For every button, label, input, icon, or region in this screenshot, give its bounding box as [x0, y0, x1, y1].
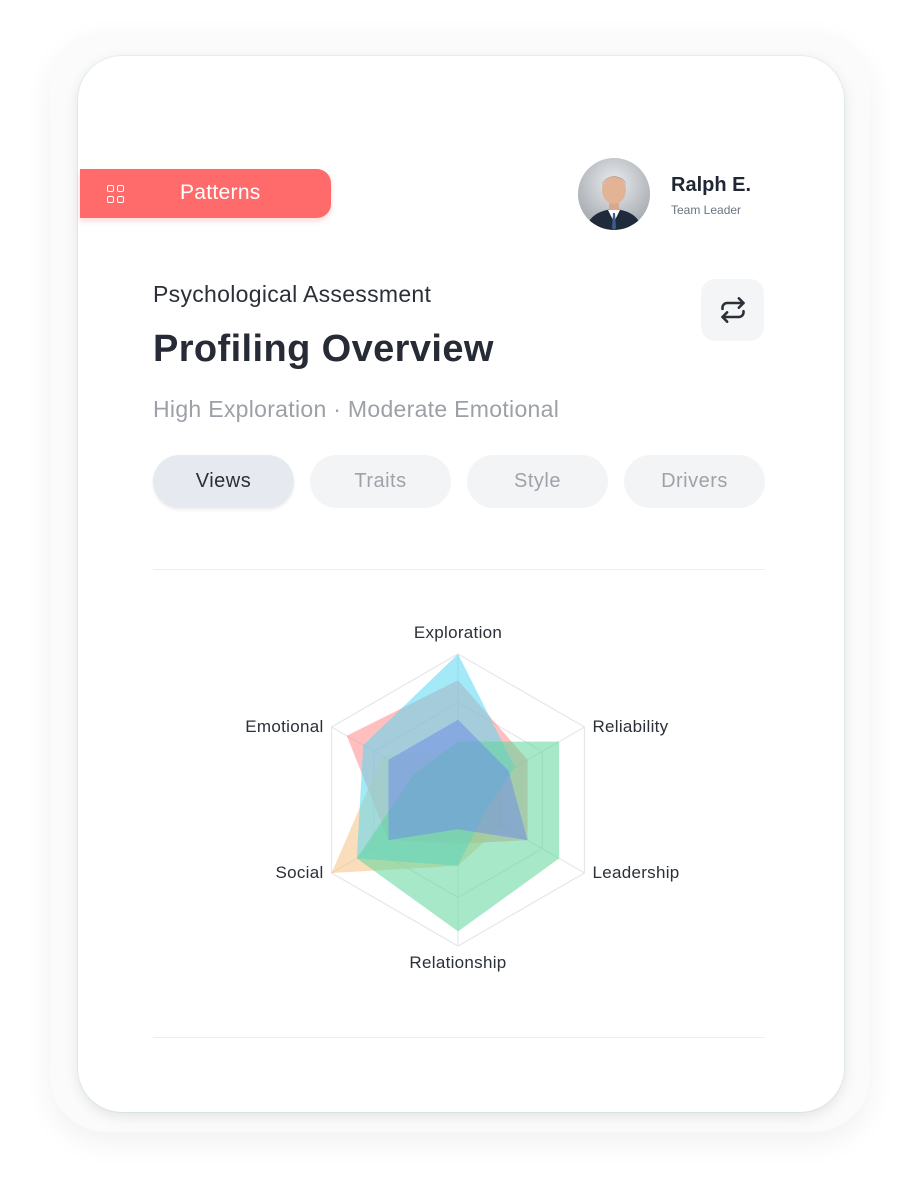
- tab-drivers[interactable]: Drivers: [624, 455, 765, 508]
- avatar[interactable]: [578, 158, 650, 230]
- page-title: Profiling Overview: [153, 328, 494, 370]
- swap-button[interactable]: [701, 279, 764, 341]
- page-subtitle: Psychological Assessment: [153, 281, 432, 307]
- radar-chart: Exploration Reliability Leadership Relation…: [245, 623, 679, 972]
- profile-summary: High Exploration · Moderate Emotional: [153, 396, 560, 422]
- axis-label-leadership: Leadership: [592, 863, 679, 882]
- axis-label-exploration: Exploration: [414, 623, 502, 642]
- tab-views[interactable]: Views: [153, 455, 294, 508]
- user-name: Ralph E.: [671, 174, 752, 196]
- nav-patterns-button[interactable]: Patterns: [80, 169, 331, 218]
- axis-label-relationship: Relationship: [409, 953, 506, 972]
- bottom-divider: [153, 1037, 765, 1038]
- tab-style[interactable]: Style: [467, 455, 608, 508]
- nav-patterns-label: Patterns: [180, 181, 261, 204]
- view-tabs: Views Traits Style Drivers: [153, 455, 765, 508]
- top-divider: [153, 569, 765, 570]
- axis-label-emotional: Emotional: [245, 717, 323, 736]
- axis-label-social: Social: [275, 863, 323, 882]
- tab-traits[interactable]: Traits: [310, 455, 451, 508]
- user-role: Team Leader: [671, 203, 742, 217]
- swap-icon: [720, 297, 745, 323]
- axis-label-reliability: Reliability: [592, 717, 668, 736]
- grid-icon: [107, 185, 125, 203]
